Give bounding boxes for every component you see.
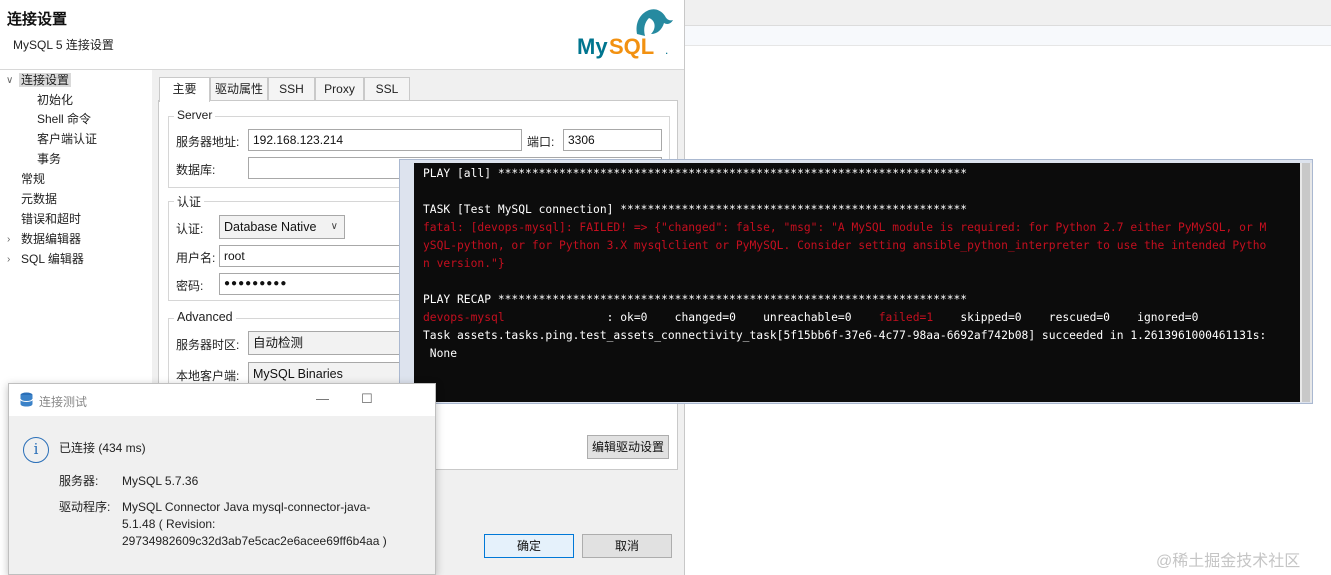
terminal-error-line: n version."} bbox=[423, 257, 505, 270]
tab-proxy[interactable]: Proxy bbox=[315, 77, 364, 101]
database-label: 数据库: bbox=[176, 163, 216, 177]
edit-driver-settings-button[interactable]: 编辑驱动设置 bbox=[587, 435, 669, 459]
auth-select[interactable]: Database Native ∨ bbox=[219, 215, 345, 239]
advanced-group-title: Advanced bbox=[174, 310, 236, 324]
tree-item-errors-timeouts[interactable]: 错误和超时 bbox=[21, 210, 81, 229]
chevron-down-icon: ∨ bbox=[330, 221, 338, 232]
auth-label: 认证: bbox=[176, 222, 204, 236]
server-group-title: Server bbox=[174, 108, 216, 122]
port-input[interactable]: 3306 bbox=[563, 129, 662, 151]
server-value: MySQL 5.7.36 bbox=[122, 474, 199, 488]
database-icon bbox=[20, 392, 33, 407]
tree-item-label: 元数据 bbox=[21, 192, 58, 206]
local-client-label: 本地客户端: bbox=[176, 369, 240, 383]
driver-label: 驱动程序: bbox=[59, 500, 111, 514]
dialog-header: 连接设置 MySQL 5 连接设置 My SQL . bbox=[0, 0, 684, 70]
tree-item-label: 数据编辑器 bbox=[21, 232, 82, 246]
terminal-output[interactable]: PLAY [all] *****************************… bbox=[414, 163, 1300, 402]
chevron-right-icon[interactable]: › bbox=[7, 230, 17, 249]
terminal-line: PLAY RECAP *****************************… bbox=[423, 293, 968, 306]
tab-driver-properties[interactable]: 驱动属性 bbox=[210, 77, 268, 101]
tree-item-connection-settings[interactable]: 连接设置 bbox=[19, 71, 72, 90]
driver-value-line1: MySQL Connector Java mysql-connector-jav… bbox=[122, 500, 371, 514]
tree-item-label: 事务 bbox=[37, 152, 62, 166]
chevron-right-icon[interactable]: › bbox=[7, 250, 17, 269]
mysql-logo-text-sql: SQL bbox=[609, 34, 654, 59]
tree-item-label: SQL 编辑器 bbox=[21, 252, 84, 266]
terminal-result-line: None bbox=[423, 347, 458, 360]
terminal-line: PLAY [all] *****************************… bbox=[423, 167, 968, 180]
tree-item-label: 错误和超时 bbox=[21, 212, 82, 226]
tree-item-general[interactable]: 常规 bbox=[21, 170, 45, 189]
background-window-toolbar bbox=[685, 0, 1331, 26]
tree-item-init[interactable]: 初始化 bbox=[37, 91, 73, 110]
terminal-line: TASK [Test MySQL connection] ***********… bbox=[423, 203, 968, 216]
tree-item-sql-editor[interactable]: SQL 编辑器 bbox=[21, 250, 84, 269]
auth-select-value: Database Native bbox=[224, 220, 317, 234]
tree-item-label: Shell 命令 bbox=[37, 112, 92, 126]
username-input[interactable]: root bbox=[219, 245, 409, 267]
info-icon: i bbox=[23, 437, 49, 463]
password-label: 密码: bbox=[176, 279, 204, 293]
dialog-subtitle: MySQL 5 连接设置 bbox=[13, 38, 114, 52]
recap-ok: : ok=0 changed=0 unreachable=0 bbox=[606, 311, 879, 324]
tree-item-label: 常规 bbox=[21, 172, 46, 186]
terminal-scrollbar[interactable] bbox=[1300, 163, 1312, 402]
connection-test-popup: 连接测试 — ☐ i 已连接 (434 ms) 服务器: MySQL 5.7.3… bbox=[8, 383, 436, 575]
popup-body: i 已连接 (434 ms) 服务器: MySQL 5.7.36 驱动程序: M… bbox=[9, 416, 435, 574]
host-label: 服务器地址: bbox=[176, 135, 240, 149]
background-window-row bbox=[685, 26, 1331, 46]
server-label: 服务器: bbox=[59, 474, 99, 488]
password-input[interactable]: ●●●●●●●●● bbox=[219, 273, 409, 295]
port-label: 端口: bbox=[527, 135, 555, 149]
recap-failed: failed=1 bbox=[878, 311, 934, 324]
terminal-task-line: Task assets.tasks.ping.test_assets_conne… bbox=[423, 329, 1267, 342]
recap-padding bbox=[505, 311, 607, 324]
minimize-icon[interactable]: — bbox=[316, 391, 329, 406]
driver-value-line2: 5.1.48 ( Revision: bbox=[122, 517, 216, 531]
terminal-scrollbar-thumb[interactable] bbox=[1302, 163, 1310, 402]
recap-host: devops-mysql bbox=[423, 311, 505, 324]
chevron-down-icon[interactable]: ∨ bbox=[6, 71, 16, 90]
terminal-error-line: fatal: [devops-mysql]: FAILED! => {"chan… bbox=[423, 221, 1267, 234]
tree-item-data-editor[interactable]: 数据编辑器 bbox=[21, 230, 81, 249]
popup-titlebar: 连接测试 — ☐ bbox=[9, 384, 435, 416]
tab-main[interactable]: 主要 bbox=[159, 77, 210, 102]
popup-title: 连接测试 bbox=[39, 395, 88, 409]
host-input[interactable]: 192.168.123.214 bbox=[248, 129, 522, 151]
driver-value-line3: 29734982609c32d3ab7e5cac2e6acee69ff6b4aa… bbox=[122, 534, 387, 548]
tree-item-label: 客户端认证 bbox=[37, 132, 98, 146]
tree-item-label: 连接设置 bbox=[19, 73, 72, 87]
auth-group-title: 认证 bbox=[174, 193, 205, 210]
terminal-error-line: ySQL-python, or for Python 3.X mysqlclie… bbox=[423, 239, 1267, 252]
terminal-recap-line: devops-mysql : ok=0 changed=0 unreachabl… bbox=[423, 309, 1300, 327]
tree-item-transactions[interactable]: 事务 bbox=[37, 150, 61, 169]
tab-ssh[interactable]: SSH bbox=[268, 77, 315, 101]
mysql-logo-text-my: My bbox=[577, 34, 608, 59]
tree-item-metadata[interactable]: 元数据 bbox=[21, 190, 57, 209]
mysql-logo-dot: . bbox=[665, 43, 668, 57]
tree-item-shell-commands[interactable]: Shell 命令 bbox=[37, 110, 91, 129]
recap-rest: skipped=0 rescued=0 ignored=0 bbox=[933, 311, 1199, 324]
dialog-title: 连接设置 bbox=[7, 11, 68, 28]
tree-item-label: 初始化 bbox=[37, 93, 74, 107]
watermark: @稀土掘金技术社区 bbox=[1156, 553, 1301, 570]
timezone-label: 服务器时区: bbox=[176, 338, 240, 352]
tab-ssl[interactable]: SSL bbox=[364, 77, 410, 101]
tree-item-client-auth[interactable]: 客户端认证 bbox=[37, 130, 97, 149]
timezone-select[interactable]: 自动检测 bbox=[248, 331, 408, 355]
maximize-icon[interactable]: ☐ bbox=[361, 391, 373, 407]
mysql-logo: My SQL . bbox=[577, 9, 673, 59]
username-label: 用户名: bbox=[176, 251, 216, 265]
connection-status: 已连接 (434 ms) bbox=[59, 441, 146, 455]
ok-button[interactable]: 确定 bbox=[484, 534, 574, 558]
cancel-button[interactable]: 取消 bbox=[582, 534, 672, 558]
